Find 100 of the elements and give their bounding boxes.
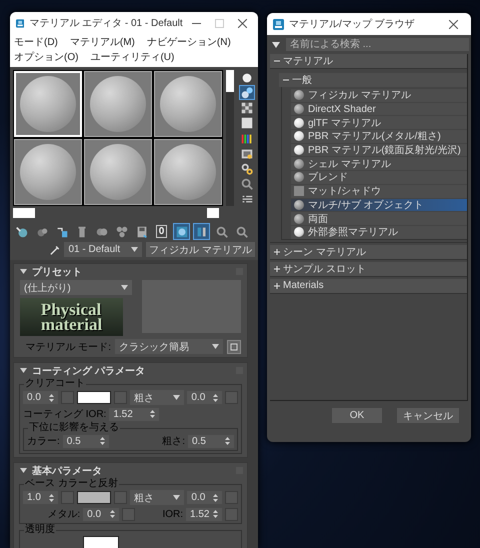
color-swatch[interactable] <box>76 391 112 404</box>
roughness-dropdown[interactable]: 粗さ <box>130 390 184 405</box>
sphere-icon <box>294 104 304 114</box>
dialog-button[interactable]: キャンセル <box>397 408 459 423</box>
sphere-icon <box>294 158 304 169</box>
logo-text: Physical material <box>20 298 123 336</box>
window-title: マテリアル エディタ - 01 - Default <box>29 17 183 30</box>
window-title: マテリアル/マップ ブラウザ <box>289 18 416 31</box>
search-field[interactable]: 名前による検索 ... <box>286 38 469 51</box>
magnifier-icon[interactable] <box>239 176 255 192</box>
menu-item[interactable]: オプション(O) <box>14 51 78 64</box>
preset-dropdown[interactable]: (仕上がり) <box>20 280 132 295</box>
menu-item[interactable]: モード(D) <box>14 36 58 49</box>
scroll-thumb[interactable] <box>207 208 219 218</box>
material-name-dropdown[interactable]: 01 - Default <box>64 242 142 257</box>
field-label: マテリアル モード: <box>25 340 111 354</box>
field-label: メタル: <box>47 508 80 521</box>
ior-spinner[interactable]: 1.52 <box>186 508 222 520</box>
material-item[interactable]: マット/シャドウ <box>291 184 467 198</box>
sample-slot[interactable] <box>84 71 152 137</box>
material-item[interactable]: PBR マテリアル(鏡面反射光/光沢) <box>291 144 467 156</box>
app-icon <box>273 18 284 30</box>
two-spheres-icon[interactable] <box>239 85 255 100</box>
caret-icon <box>121 285 128 290</box>
caret-icon <box>131 247 138 252</box>
material-item[interactable]: glTF マテリアル <box>291 116 467 130</box>
material-item[interactable]: フィジカル マテリアル <box>291 89 467 102</box>
caret-icon[interactable] <box>272 42 280 48</box>
sphere-icon <box>294 214 304 224</box>
sphere-icon <box>294 145 304 156</box>
roughness-spinner[interactable]: 0.0 <box>187 491 222 504</box>
result-icon[interactable] <box>193 223 210 240</box>
eyedropper-icon[interactable] <box>50 244 60 256</box>
group-label: 透明度 <box>24 524 56 536</box>
scrollbar[interactable] <box>226 70 234 206</box>
sphere-icon <box>294 90 304 100</box>
menu-item[interactable]: ユーティリティ(U) <box>90 51 174 64</box>
sphere-icon <box>294 118 304 128</box>
color-swatch[interactable] <box>83 536 119 548</box>
category-header[interactable]: シーン マテリアル <box>270 244 467 260</box>
caret-icon <box>20 467 27 474</box>
checker-icon[interactable] <box>239 100 255 116</box>
roughness-spinner[interactable]: 0.0 <box>187 391 222 404</box>
expand-icon[interactable] <box>274 282 280 289</box>
group-label: 下位に影響を与える <box>28 422 120 434</box>
weight-spinner[interactable]: 0.0 <box>23 391 58 404</box>
material-item[interactable]: シェル マテリアル <box>291 157 467 170</box>
field-label: カラー: <box>27 435 60 448</box>
roughness-dropdown[interactable]: 粗さ <box>130 490 184 505</box>
expand-icon[interactable] <box>274 266 280 272</box>
caret-icon <box>212 344 219 349</box>
caret-icon <box>20 367 27 374</box>
sphere-icon <box>294 200 304 210</box>
close-icon <box>448 20 458 28</box>
menu-item[interactable]: ナビゲーション(N) <box>146 36 231 49</box>
category-header[interactable]: サンプル スロット <box>270 262 467 277</box>
sphere-icon <box>294 172 304 182</box>
expand-icon[interactable] <box>274 248 280 255</box>
material-item[interactable]: ブレンド <box>291 171 467 184</box>
square-icon[interactable] <box>239 116 255 131</box>
minimize-icon <box>192 22 202 24</box>
material-item[interactable]: PBR マテリアル(メタル/粗さ) <box>291 130 467 143</box>
field-label: IOR: <box>162 508 183 520</box>
collapse-icon[interactable] <box>283 77 289 83</box>
caret-icon <box>173 495 180 500</box>
map-icon[interactable] <box>173 223 190 240</box>
field-label: コーティング IOR: <box>23 408 106 421</box>
rollout-header[interactable]: プリセット <box>14 264 247 279</box>
scroll-thumb[interactable] <box>13 208 35 218</box>
material-id-icon[interactable]: 0 <box>153 223 170 240</box>
dialog-button[interactable]: OK <box>332 408 382 423</box>
group-label: クリアコート <box>24 378 86 390</box>
app-icon <box>16 18 24 28</box>
color-spinner[interactable]: 0.5 <box>62 434 109 448</box>
weight-spinner[interactable]: 1.0 <box>23 491 58 504</box>
metalness-spinner[interactable]: 0.0 <box>83 508 120 520</box>
rollout-header[interactable]: 基本パラメータ <box>14 463 247 478</box>
sample-slot[interactable] <box>84 139 152 205</box>
material-item[interactable]: 両面 <box>291 212 467 225</box>
subcategory-header[interactable]: 一般 <box>279 73 467 87</box>
material-type-button[interactable]: フィジカル マテリアル <box>146 242 255 257</box>
field-label: 粗さ: <box>162 435 185 448</box>
square-icon <box>294 186 304 196</box>
roughness-spinner[interactable]: 0.5 <box>188 434 234 448</box>
rollout-header[interactable]: コーティング パラメータ <box>14 363 247 378</box>
sphere-icon <box>294 227 304 238</box>
category-header[interactable]: マテリアル <box>270 54 467 69</box>
category-header[interactable]: Materials <box>270 278 467 294</box>
ior-spinner[interactable]: 1.52 <box>109 408 160 420</box>
close-icon <box>238 18 248 28</box>
material-item[interactable]: 外部参照マテリアル <box>291 226 467 239</box>
material-item[interactable]: DirectX Shader <box>291 102 467 116</box>
color-swatch[interactable] <box>76 491 112 504</box>
mode-dropdown[interactable]: クラシック簡易 <box>115 339 223 354</box>
sample-slot[interactable] <box>14 139 82 205</box>
caret-icon <box>173 395 180 400</box>
save-icon[interactable] <box>227 340 241 354</box>
menu-item[interactable]: マテリアル(M) <box>70 36 135 49</box>
material-item[interactable]: マルチ/サブ オブジェクト <box>291 198 467 212</box>
collapse-icon[interactable] <box>274 58 280 64</box>
